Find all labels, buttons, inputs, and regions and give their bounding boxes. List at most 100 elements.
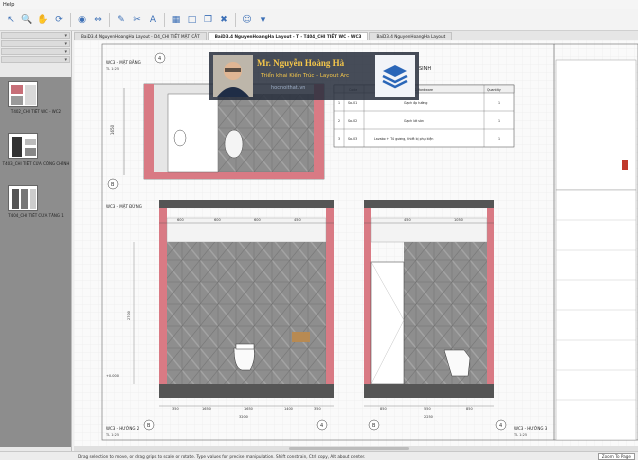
dim-right-bottom: 850 [380,407,387,411]
drawing-canvas[interactable]: 1650 B 4 WC3 - MẶT BẰNG TL 1:25 WC3 - MẶ… [74,40,638,446]
rotate-icon[interactable]: ⟳ [52,13,66,27]
tab-document[interactable]: BaiD3.4 NguyenHoangHa Layout [369,32,453,40]
panel-collapse-bar[interactable]: ▾ [1,48,70,55]
wall [364,208,371,398]
floor-slab [364,384,494,398]
eraser-icon[interactable]: ✂ [130,13,144,27]
select-icon[interactable]: ↖ [4,13,18,27]
document-tabs: BaiD3.4 NguyenHoangHa Layout - D4_CHI TI… [74,31,638,40]
door-elev [370,261,405,385]
panel-collapse-bar[interactable]: ▾ [1,56,70,63]
pencil-icon[interactable]: ✎ [114,13,128,27]
dim-elev-top: 450 [294,218,301,222]
view-scale: TL 1:25 [513,433,527,437]
table-cell: 1 [498,101,500,105]
grid-label: 4 [499,423,502,429]
page-list: T402_CHI TIẾT WC - WC2 T403_CHI TIẾT CỬA… [0,77,71,447]
wall [159,208,167,398]
zoom-to-page-button[interactable]: Zoom To Page [597,453,635,460]
grid-label: B [147,423,151,429]
page-thumbnail[interactable] [8,133,38,159]
dim-elev-top: 600 [254,218,261,222]
drawing-sheet: 1650 B 4 WC3 - MẶT BẰNG TL 1:25 WC3 - MẶ… [74,40,638,446]
dim-right-bottom: 550 [424,407,431,411]
view-title: WC3 - MẶT ĐỨNG [106,204,142,209]
table-cell: 3 [338,137,340,141]
grid-label: B [372,423,376,429]
table-cell: 1 [338,101,340,105]
dim-elev-bottom: 1650 [202,407,211,411]
help-icon[interactable]: ▾ [256,13,270,27]
table-cell: Lavabo + Tủ gương, thiết bị phụ kiện [374,137,433,141]
wall-tiles [404,242,487,384]
dim-elev-total: 3200 [239,415,248,419]
view-scale: TL 1:25 [105,67,119,71]
text-icon[interactable]: A [146,13,160,27]
copy-page-icon[interactable]: ❐ [201,13,215,27]
table-cell: Sa-03 [348,137,357,141]
wall [487,208,494,398]
view-scale: TL 1:25 [105,433,119,437]
dimension-icon[interactable]: ⇔ [91,13,105,27]
table-cell: Sa-02 [348,119,357,123]
table-cell: 1 [498,119,500,123]
menu-bar: Help [0,0,638,9]
status-bar: Drag selection to move, or drag grips to… [0,451,638,460]
avatar [213,55,253,97]
table-icon[interactable]: ▦ [169,13,183,27]
delete-page-icon[interactable]: ✖ [217,13,231,27]
page-label[interactable]: T402_CHI TIẾT WC - WC2 [2,109,70,114]
table-cell: 2 [338,119,340,123]
pan-icon[interactable]: ✋ [36,13,50,27]
table-cell: Gạch ốp tường [404,101,427,105]
grid-label: B [111,182,115,188]
dim-right-bottom: 850 [466,407,473,411]
presenter-website: hocnoithat.vn [271,85,306,91]
ceiling-slab [364,200,494,208]
presenter-name: Mr. Nguyễn Hoàng Hà [257,58,345,68]
page-label[interactable]: T404_CHI TIẾT CỬA TẦNG 1 [2,213,70,218]
grid-label: 4 [158,56,161,62]
ceiling-cavity [370,217,488,243]
dim-right-top: 450 [404,218,411,222]
title-block-accent [622,160,628,170]
dim-elev-bottom: 350 [314,407,321,411]
page-icon[interactable]: □ [185,13,199,27]
dim-right-total: 2250 [424,415,433,419]
title-block [555,59,637,191]
table-cell: 1 [498,137,500,141]
table-cell: Gạch lát sàn [404,119,424,123]
layers-logo-icon [375,55,415,97]
floor-slab [159,384,334,398]
dim-plan-left: 1650 [110,124,115,135]
dim-elev-bottom: 1400 [284,407,293,411]
presenter-subtitle: Triển khai Kiến Trúc - Layout Arc [261,73,350,79]
tab-document[interactable]: BaiD3.4 NguyenHoangHa Layout - D4_CHI TI… [74,32,207,40]
grid-label: 4 [320,423,323,429]
page-label[interactable]: T403_CHI TIẾT CỬA CÔNG CHÍNH [2,161,70,166]
dim-elev-bottom: 1650 [244,407,253,411]
table-heading: SINH [419,66,431,72]
dim-elev-top: 600 [177,218,184,222]
presenter-overlay: Mr. Nguyễn Hoàng Hà Triển khai Kiến Trúc… [209,52,419,100]
page-thumbnail[interactable] [8,185,38,211]
sink-plan [173,129,187,147]
tab-document-active[interactable]: BaiD3.4 NguyenHoangHa Layout - T - T404_… [207,32,369,40]
user-icon[interactable]: ☺ [240,13,254,27]
view-title: WC3 - HƯỚNG 2 [106,426,140,431]
menu-help[interactable]: Help [3,2,14,8]
vanity-elev [292,332,310,342]
panel-collapse-bar[interactable]: ▾ [1,32,70,39]
status-hint: Drag selection to move, or drag grips to… [78,453,366,459]
table-header: Quantity [487,88,501,92]
paint-bucket-icon[interactable]: ◉ [75,13,89,27]
wall [326,208,334,398]
page-thumbnail[interactable] [8,81,38,107]
dim-elev-bottom: 350 [172,407,179,411]
wall [144,84,154,179]
zoom-icon[interactable]: 🔍 [20,13,34,27]
pages-panel: ▾ ▾ ▾ ▾ T402_CHI TIẾT WC - WC2 T403_CHI … [0,31,72,451]
table-cell: Sa-01 [348,101,357,105]
toolbar: ↖ 🔍 ✋ ⟳ ◉ ⇔ ✎ ✂ A ▦ □ ❐ ✖ ☺ ▾ [0,9,638,31]
panel-collapse-bar[interactable]: ▾ [1,40,70,47]
